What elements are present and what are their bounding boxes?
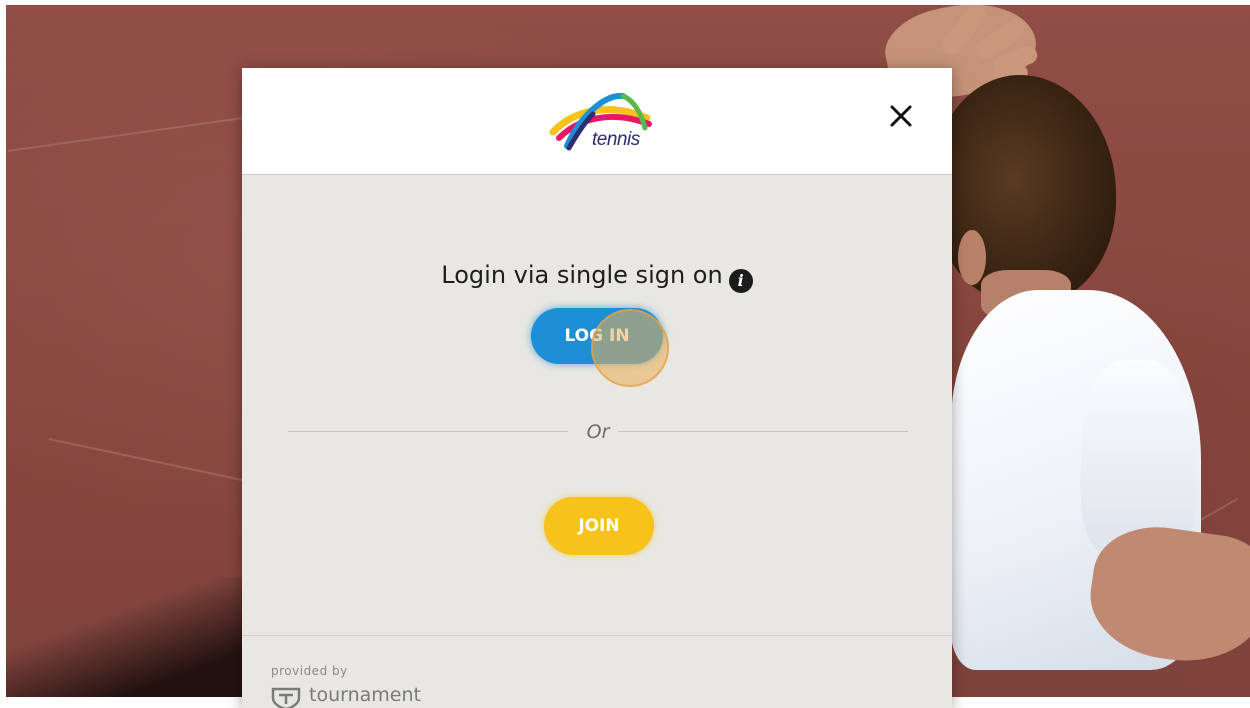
login-modal: tennis Login via single sign on i LOG IN … bbox=[242, 68, 952, 708]
sso-title: Login via single sign on i bbox=[242, 260, 952, 293]
close-icon bbox=[890, 105, 912, 127]
login-button[interactable]: LOG IN bbox=[531, 308, 663, 364]
sso-title-text: Login via single sign on bbox=[441, 261, 723, 289]
tennis-logo-text: tennis bbox=[592, 129, 640, 150]
modal-header: tennis bbox=[242, 68, 952, 175]
provided-by-text: provided by bbox=[271, 664, 348, 678]
tournament-shield-icon bbox=[271, 687, 301, 708]
join-button[interactable]: JOIN bbox=[544, 497, 654, 555]
or-divider: Or bbox=[288, 420, 908, 444]
footer-divider bbox=[242, 635, 952, 636]
info-icon[interactable]: i bbox=[728, 269, 753, 293]
close-button[interactable] bbox=[884, 99, 918, 133]
player-ear bbox=[958, 230, 986, 285]
tennis-logo: tennis bbox=[549, 88, 653, 156]
tournament-brand-text: tournament bbox=[309, 684, 421, 706]
or-text: Or bbox=[586, 421, 610, 443]
